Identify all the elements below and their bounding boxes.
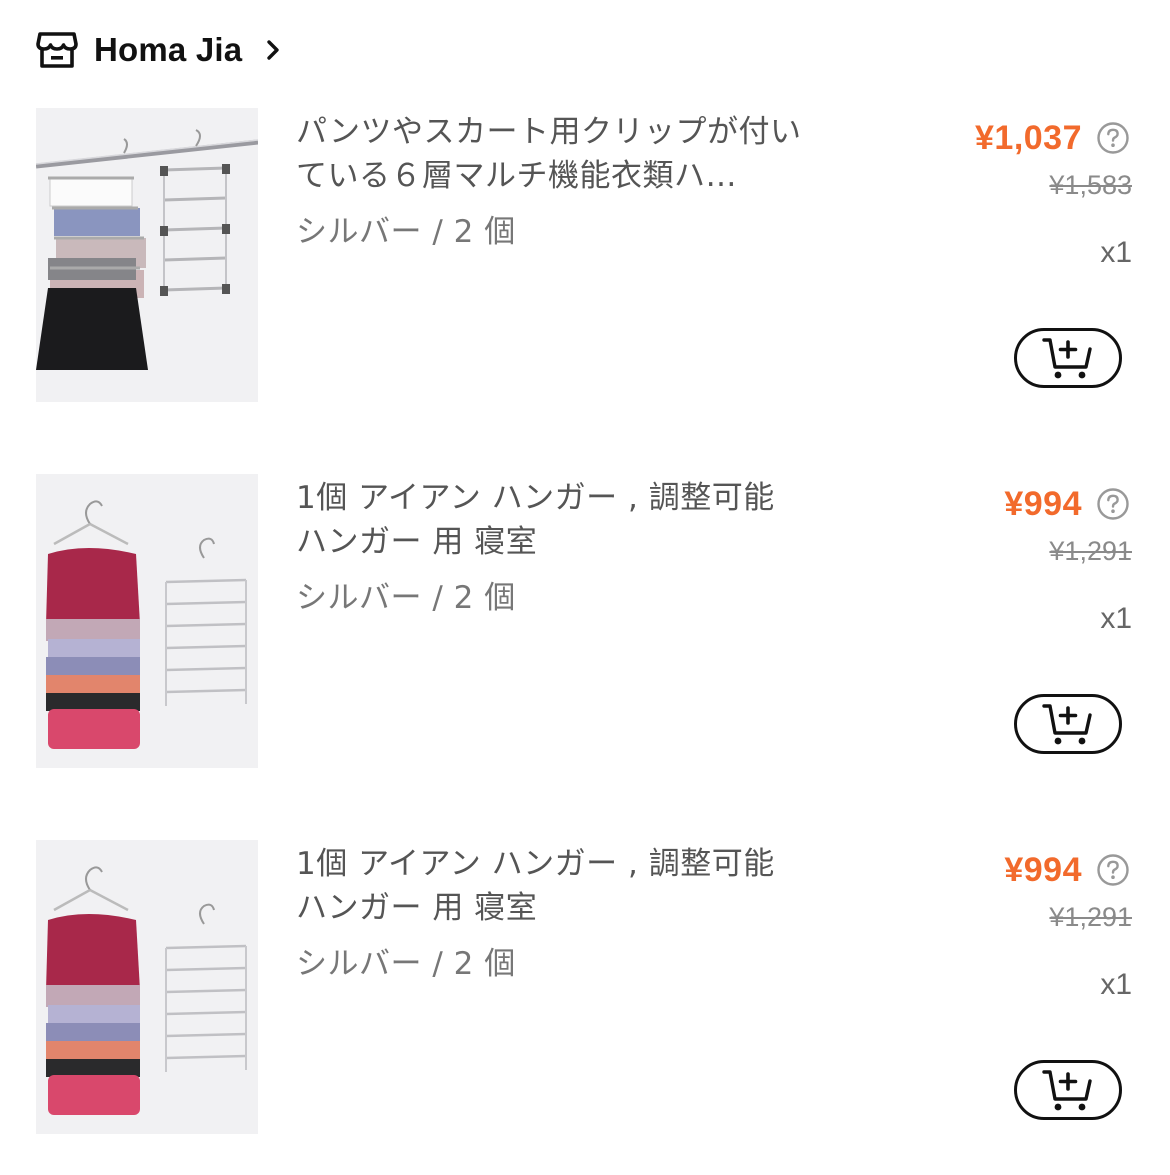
help-icon[interactable] — [1096, 121, 1130, 155]
cart-item: 1個 アイアン ハンガー , 調整可能 ハンガー 用 寝室 シルバー / 2 個… — [0, 474, 1170, 774]
cart-item: 1個 アイアン ハンガー , 調整可能 ハンガー 用 寝室 シルバー / 2 個… — [0, 840, 1170, 1140]
product-image[interactable] — [36, 840, 258, 1134]
product-title[interactable]: 1個 アイアン ハンガー , 調整可能 ハンガー 用 寝室 — [296, 476, 816, 564]
product-image[interactable] — [36, 108, 258, 402]
add-to-cart-icon — [1042, 704, 1092, 745]
product-variant: シルバー / 2 個 — [296, 946, 516, 982]
product-title[interactable]: パンツやスカート用クリップが付いている６層マルチ機能衣類ハ… — [296, 110, 816, 198]
add-to-cart-button[interactable] — [1014, 694, 1122, 754]
original-price: ¥1,291 — [1049, 902, 1132, 932]
original-price: ¥1,583 — [1049, 170, 1132, 200]
original-price: ¥1,291 — [1049, 536, 1132, 566]
price-row: ¥1,037 — [975, 116, 1130, 160]
chevron-right-icon[interactable] — [264, 39, 282, 61]
cart-item: パンツやスカート用クリップが付いている６層マルチ機能衣類ハ… シルバー / 2 … — [0, 108, 1170, 408]
store-header[interactable]: Homa Jia — [36, 28, 282, 72]
product-title[interactable]: 1個 アイアン ハンガー , 調整可能 ハンガー 用 寝室 — [296, 842, 816, 930]
help-icon[interactable] — [1096, 853, 1130, 887]
product-variant: シルバー / 2 個 — [296, 214, 516, 250]
help-icon[interactable] — [1096, 487, 1130, 521]
product-variant: シルバー / 2 個 — [296, 580, 516, 616]
price-row: ¥994 — [1004, 848, 1130, 892]
price-row: ¥994 — [1004, 482, 1130, 526]
store-icon — [36, 30, 78, 70]
add-to-cart-icon — [1042, 1070, 1092, 1111]
quantity: x1 — [1100, 968, 1132, 1001]
product-image[interactable] — [36, 474, 258, 768]
store-name[interactable]: Homa Jia — [94, 31, 242, 69]
quantity: x1 — [1100, 236, 1132, 269]
add-to-cart-icon — [1042, 338, 1092, 379]
quantity: x1 — [1100, 602, 1132, 635]
sale-price: ¥994 — [1004, 484, 1082, 523]
add-to-cart-button[interactable] — [1014, 1060, 1122, 1120]
sale-price: ¥1,037 — [975, 118, 1082, 157]
add-to-cart-button[interactable] — [1014, 328, 1122, 388]
sale-price: ¥994 — [1004, 850, 1082, 889]
